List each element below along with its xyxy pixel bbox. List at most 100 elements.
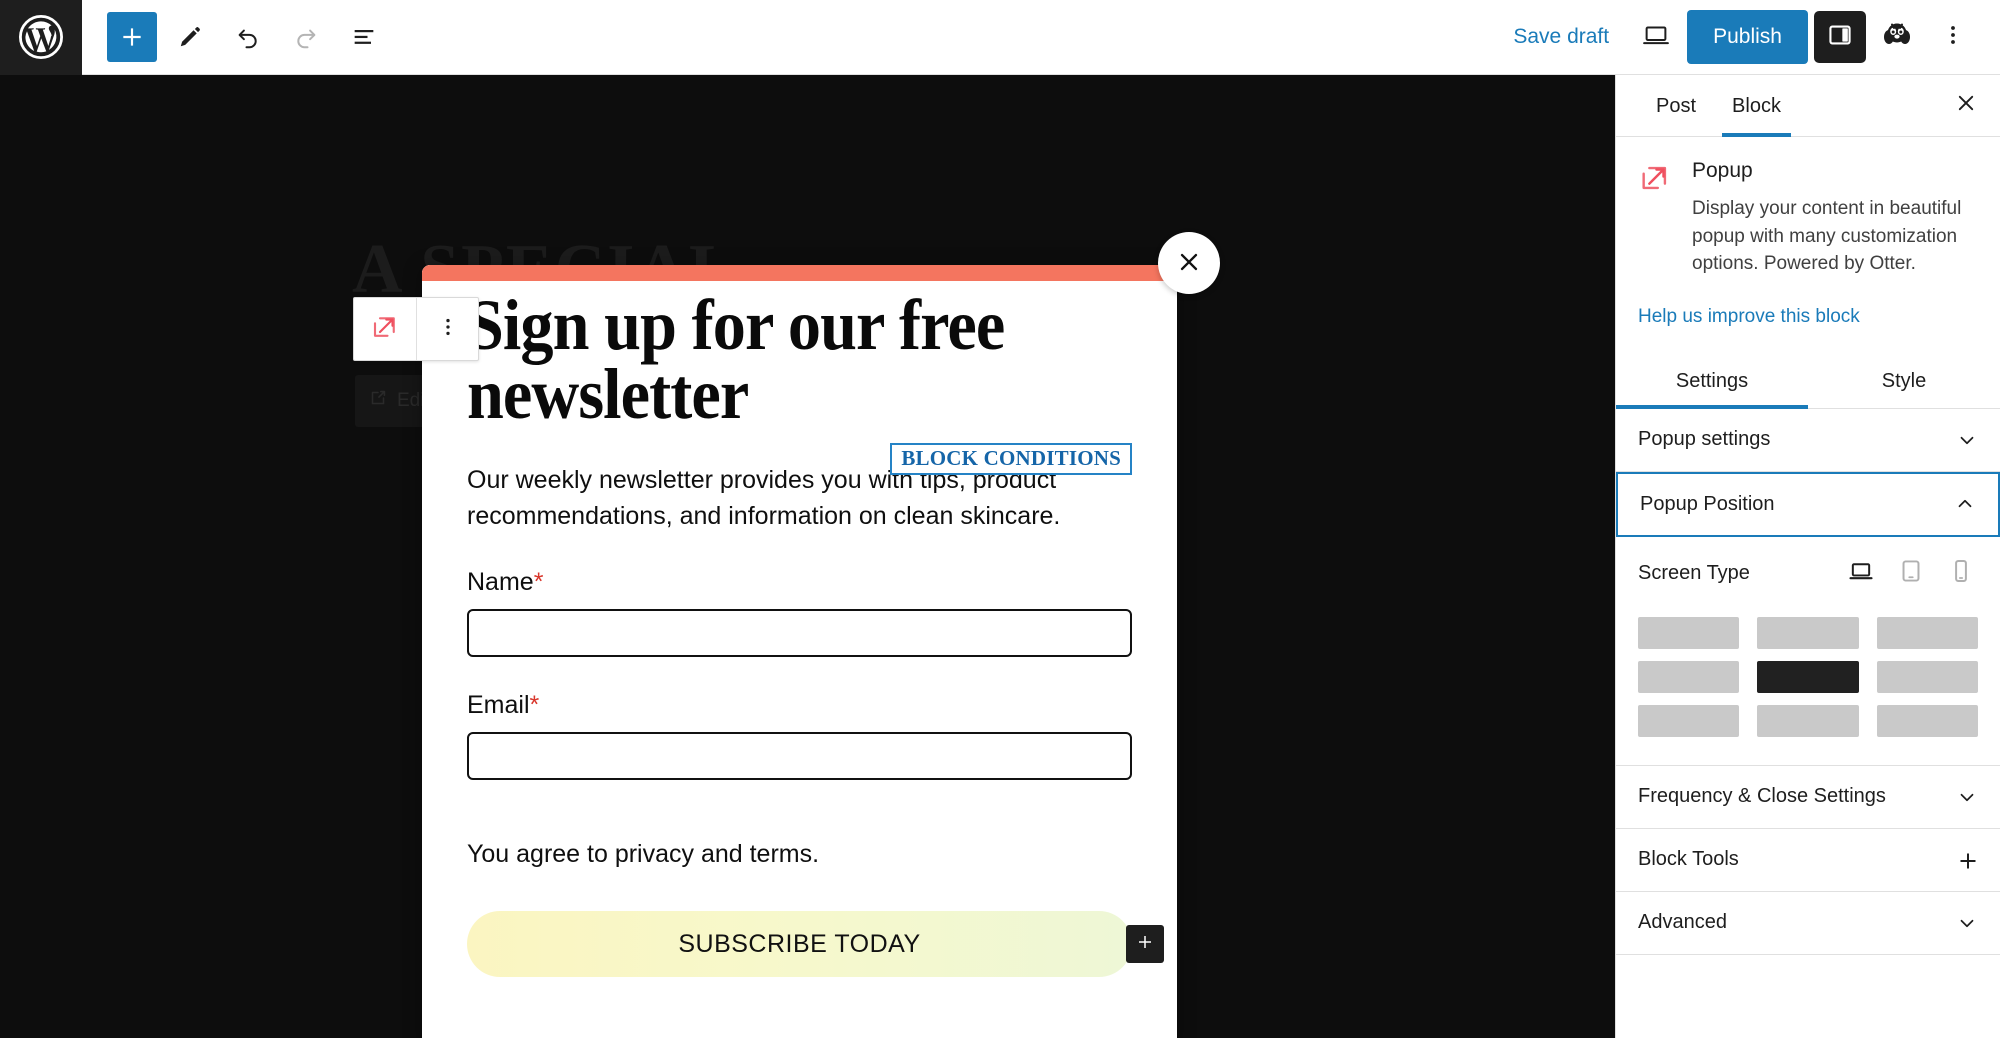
popup-accent-bar [422, 265, 1177, 281]
top-bar-left-tools [82, 12, 389, 62]
block-name: Popup [1692, 159, 1753, 182]
screen-type-options [1844, 557, 1978, 591]
panel-advanced[interactable]: Advanced [1616, 892, 2000, 955]
position-cell-middle-right[interactable] [1876, 660, 1978, 693]
subscribe-row: SUBSCRIBE TODAY [467, 911, 1164, 978]
block-toolbar[interactable] [353, 297, 479, 361]
list-view-icon [350, 23, 378, 51]
laptop-icon [1641, 20, 1671, 55]
panel-popup-settings-label: Popup settings [1638, 428, 1771, 451]
desktop-icon [1847, 557, 1875, 591]
wordpress-logo-button[interactable] [0, 0, 82, 75]
block-conditions-badge[interactable]: BLOCK CONDITIONS [890, 443, 1132, 475]
name-required-marker: * [533, 568, 544, 597]
editor-options-button[interactable] [1928, 12, 1978, 62]
tab-block[interactable]: Block [1714, 75, 1799, 137]
popup-close-button[interactable] [1158, 232, 1220, 294]
chevron-down-icon [1956, 429, 1978, 451]
popup-content: Sign up for our free newsletter Our week… [422, 281, 1177, 1038]
publish-button[interactable]: Publish [1687, 10, 1808, 64]
screen-type-tablet[interactable] [1894, 557, 1928, 591]
tools-button[interactable] [165, 12, 215, 62]
add-block-button[interactable] [107, 12, 157, 62]
screen-type-label: Screen Type [1638, 562, 1750, 585]
email-label-text: Email [467, 691, 530, 720]
screen-type-desktop[interactable] [1844, 557, 1878, 591]
popup-position-grid [1638, 616, 1978, 737]
panel-frequency-label: Frequency & Close Settings [1638, 785, 1886, 808]
plus-icon [1136, 933, 1154, 956]
editor-top-bar: Save draft Publish [0, 0, 2000, 75]
name-field-label: Name* [467, 568, 1132, 597]
privacy-terms-text: You agree to privacy and terms. [467, 840, 820, 869]
preview-button[interactable] [1631, 12, 1681, 62]
panel-popup-position[interactable]: Popup Position [1616, 471, 2000, 537]
tablet-icon [1897, 557, 1925, 591]
redo-button[interactable] [281, 12, 331, 62]
pencil-icon [177, 24, 203, 50]
sidebar-panel-icon [1826, 21, 1854, 54]
position-cell-bottom-left[interactable] [1638, 704, 1740, 737]
sidebar-close-button[interactable] [1940, 80, 1992, 132]
position-cell-bottom-center[interactable] [1757, 704, 1859, 737]
popup-title[interactable]: Sign up for our free newsletter [467, 289, 1079, 430]
subscribe-button[interactable]: SUBSCRIBE TODAY [467, 911, 1132, 978]
jetpack-icon [1881, 19, 1913, 56]
chevron-down-icon [1956, 912, 1978, 934]
position-cell-middle-center[interactable] [1757, 660, 1859, 693]
form-field-name: Name* [467, 568, 1132, 658]
document-overview-button[interactable] [339, 12, 389, 62]
popup-position-panel-body: Screen Type [1616, 537, 2000, 766]
more-options-icon [437, 316, 459, 343]
settings-sidebar: Post Block Popup Display your content in… [1615, 75, 2000, 1038]
more-options-icon [1941, 23, 1965, 52]
block-description: Display your content in beautiful popup … [1692, 198, 1962, 275]
email-field-label: Email* [467, 691, 1132, 720]
help-improve-block-link[interactable]: Help us improve this block [1616, 288, 2000, 328]
save-draft-button[interactable]: Save draft [1497, 25, 1625, 49]
editor-canvas[interactable]: A SPECIAL Edit Sign up for our free news… [0, 75, 1615, 1038]
popup-block[interactable]: Sign up for our free newsletter Our week… [422, 232, 1220, 1038]
screen-type-row: Screen Type [1638, 557, 1978, 591]
subtab-style[interactable]: Style [1808, 354, 2000, 408]
block-options-button[interactable] [416, 298, 478, 360]
name-input[interactable] [467, 609, 1132, 658]
wordpress-editor: Save draft Publish A Edit Sign up for ou… [0, 0, 2000, 1038]
position-cell-middle-left[interactable] [1638, 660, 1740, 693]
position-cell-top-center[interactable] [1757, 616, 1859, 649]
jetpack-button[interactable] [1872, 12, 1922, 62]
sidebar-subtabs: Settings Style [1616, 354, 2000, 409]
redo-icon [292, 23, 320, 51]
panel-popup-settings[interactable]: Popup settings [1616, 409, 2000, 472]
panel-advanced-label: Advanced [1638, 911, 1727, 934]
panel-popup-position-label: Popup Position [1640, 492, 1775, 515]
external-link-icon [367, 387, 389, 415]
popup-icon [1638, 159, 1676, 278]
screen-type-mobile[interactable] [1944, 557, 1978, 591]
panel-block-tools-label: Block Tools [1638, 848, 1739, 871]
chevron-down-icon [1956, 786, 1978, 808]
position-cell-bottom-right[interactable] [1876, 704, 1978, 737]
panel-frequency-close-settings[interactable]: Frequency & Close Settings [1616, 766, 2000, 829]
settings-sidebar-toggle[interactable] [1814, 11, 1866, 63]
tab-post[interactable]: Post [1638, 75, 1714, 137]
undo-button[interactable] [223, 12, 273, 62]
sidebar-block-info: Popup Display your content in beautiful … [1616, 137, 2000, 288]
undo-icon [234, 23, 262, 51]
block-appender-button[interactable] [1126, 925, 1164, 964]
panel-block-tools[interactable]: Block Tools [1616, 829, 2000, 892]
subtab-settings[interactable]: Settings [1616, 354, 1808, 409]
chevron-up-icon [1954, 493, 1976, 515]
form-field-email: Email* [467, 691, 1132, 781]
position-cell-top-left[interactable] [1638, 616, 1740, 649]
close-icon [1176, 249, 1202, 278]
name-label-text: Name [467, 568, 534, 597]
popup-icon [370, 312, 400, 347]
block-type-button[interactable] [354, 298, 416, 360]
plus-icon [1956, 849, 1978, 871]
email-input[interactable] [467, 732, 1132, 781]
mobile-icon [1947, 557, 1975, 591]
position-cell-top-right[interactable] [1876, 616, 1978, 649]
email-required-marker: * [529, 691, 540, 720]
editor-body: A SPECIAL Edit Sign up for our free news… [0, 75, 2000, 1038]
